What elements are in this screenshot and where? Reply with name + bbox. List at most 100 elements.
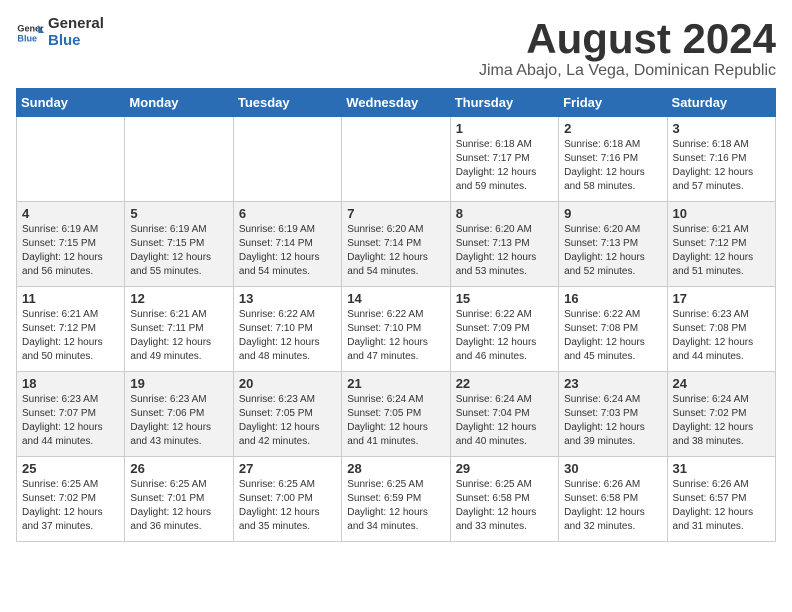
day-cell: 21Sunrise: 6:24 AM Sunset: 7:05 PM Dayli… xyxy=(342,372,450,457)
header-day-tuesday: Tuesday xyxy=(233,89,341,117)
header-day-wednesday: Wednesday xyxy=(342,89,450,117)
day-cell: 30 Sunrise: 6:26 AM Sunset: 6:58 PM Dayli… xyxy=(559,457,667,542)
day-number: 3 xyxy=(673,121,770,136)
subtitle: Jima Abajo, La Vega, Dominican Republic xyxy=(479,62,776,80)
day-info: Sunrise: 6:21 AM Sunset: 7:12 PM Dayligh… xyxy=(22,308,119,364)
day-info: Sunrise: 6:19 AM Sunset: 7:14 PM Dayligh… xyxy=(239,223,336,279)
day-cell: 19Sunrise: 6:23 AM Sunset: 7:06 PM Dayli… xyxy=(125,372,233,457)
day-cell: 31 Sunrise: 6:26 AM Sunset: 6:57 PM Dayli… xyxy=(667,457,775,542)
day-cell: 4 Sunrise: 6:19 AM Sunset: 7:15 PM Daylig… xyxy=(17,202,125,287)
header-day-saturday: Saturday xyxy=(667,89,775,117)
day-number: 26 xyxy=(130,461,227,476)
day-info: Sunrise: 6:22 AM Sunset: 7:08 PM Dayligh… xyxy=(564,308,661,364)
day-info: Sunrise: 6:23 AM Sunset: 7:06 PM Dayligh… xyxy=(130,393,227,449)
day-cell xyxy=(17,117,125,202)
day-cell: 20Sunrise: 6:23 AM Sunset: 7:05 PM Dayli… xyxy=(233,372,341,457)
header-row: SundayMondayTuesdayWednesdayThursdayFrid… xyxy=(17,89,776,117)
header-day-thursday: Thursday xyxy=(450,89,558,117)
day-info: Sunrise: 6:25 AM Sunset: 7:01 PM Dayligh… xyxy=(130,478,227,534)
day-number: 29 xyxy=(456,461,553,476)
main-title: August 2024 xyxy=(479,16,776,62)
day-number: 27 xyxy=(239,461,336,476)
day-info: Sunrise: 6:21 AM Sunset: 7:12 PM Dayligh… xyxy=(673,223,770,279)
calendar-table: SundayMondayTuesdayWednesdayThursdayFrid… xyxy=(16,88,776,542)
day-cell: 8 Sunrise: 6:20 AM Sunset: 7:13 PM Daylig… xyxy=(450,202,558,287)
day-cell: 11 Sunrise: 6:21 AM Sunset: 7:12 PM Dayli… xyxy=(17,287,125,372)
day-cell: 16 Sunrise: 6:22 AM Sunset: 7:08 PM Dayli… xyxy=(559,287,667,372)
day-number: 23 xyxy=(564,376,661,391)
day-number: 20 xyxy=(239,376,336,391)
day-info: Sunrise: 6:20 AM Sunset: 7:14 PM Dayligh… xyxy=(347,223,444,279)
day-cell xyxy=(125,117,233,202)
day-cell: 5Sunrise: 6:19 AM Sunset: 7:15 PM Daylig… xyxy=(125,202,233,287)
day-info: Sunrise: 6:26 AM Sunset: 6:57 PM Dayligh… xyxy=(673,478,770,534)
day-number: 31 xyxy=(673,461,770,476)
day-info: Sunrise: 6:24 AM Sunset: 7:02 PM Dayligh… xyxy=(673,393,770,449)
day-cell: 29 Sunrise: 6:25 AM Sunset: 6:58 PM Dayli… xyxy=(450,457,558,542)
day-info: Sunrise: 6:26 AM Sunset: 6:58 PM Dayligh… xyxy=(564,478,661,534)
day-info: Sunrise: 6:25 AM Sunset: 7:00 PM Dayligh… xyxy=(239,478,336,534)
day-number: 4 xyxy=(22,206,119,221)
day-info: Sunrise: 6:19 AM Sunset: 7:15 PM Dayligh… xyxy=(22,223,119,279)
day-info: Sunrise: 6:20 AM Sunset: 7:13 PM Dayligh… xyxy=(564,223,661,279)
day-info: Sunrise: 6:19 AM Sunset: 7:15 PM Dayligh… xyxy=(130,223,227,279)
week-row-5: 25 Sunrise: 6:25 AM Sunset: 7:02 PM Dayli… xyxy=(17,457,776,542)
day-cell xyxy=(342,117,450,202)
day-number: 22 xyxy=(456,376,553,391)
day-number: 15 xyxy=(456,291,553,306)
day-cell: 17Sunrise: 6:23 AM Sunset: 7:08 PM Dayli… xyxy=(667,287,775,372)
day-cell: 7Sunrise: 6:20 AM Sunset: 7:14 PM Daylig… xyxy=(342,202,450,287)
day-cell: 26 Sunrise: 6:25 AM Sunset: 7:01 PM Dayli… xyxy=(125,457,233,542)
day-info: Sunrise: 6:22 AM Sunset: 7:09 PM Dayligh… xyxy=(456,308,553,364)
day-info: Sunrise: 6:24 AM Sunset: 7:05 PM Dayligh… xyxy=(347,393,444,449)
day-cell: 25 Sunrise: 6:25 AM Sunset: 7:02 PM Dayli… xyxy=(17,457,125,542)
day-number: 6 xyxy=(239,206,336,221)
title-block: August 2024 Jima Abajo, La Vega, Dominic… xyxy=(479,16,776,80)
day-cell: 12 Sunrise: 6:21 AM Sunset: 7:11 PM Dayli… xyxy=(125,287,233,372)
day-cell: 27 Sunrise: 6:25 AM Sunset: 7:00 PM Dayli… xyxy=(233,457,341,542)
header-day-sunday: Sunday xyxy=(17,89,125,117)
calendar-body: 1Sunrise: 6:18 AM Sunset: 7:17 PM Daylig… xyxy=(17,117,776,542)
day-info: Sunrise: 6:24 AM Sunset: 7:04 PM Dayligh… xyxy=(456,393,553,449)
day-number: 24 xyxy=(673,376,770,391)
day-info: Sunrise: 6:18 AM Sunset: 7:16 PM Dayligh… xyxy=(564,138,661,194)
logo-blue: Blue xyxy=(48,33,104,50)
day-number: 8 xyxy=(456,206,553,221)
day-info: Sunrise: 6:25 AM Sunset: 6:58 PM Dayligh… xyxy=(456,478,553,534)
day-info: Sunrise: 6:23 AM Sunset: 7:08 PM Dayligh… xyxy=(673,308,770,364)
day-number: 16 xyxy=(564,291,661,306)
logo: General Blue General Blue xyxy=(16,16,104,49)
day-number: 2 xyxy=(564,121,661,136)
day-info: Sunrise: 6:25 AM Sunset: 7:02 PM Dayligh… xyxy=(22,478,119,534)
day-number: 30 xyxy=(564,461,661,476)
day-cell: 14 Sunrise: 6:22 AM Sunset: 7:10 PM Dayli… xyxy=(342,287,450,372)
day-number: 13 xyxy=(239,291,336,306)
day-cell xyxy=(233,117,341,202)
day-number: 12 xyxy=(130,291,227,306)
week-row-3: 11 Sunrise: 6:21 AM Sunset: 7:12 PM Dayli… xyxy=(17,287,776,372)
day-info: Sunrise: 6:25 AM Sunset: 6:59 PM Dayligh… xyxy=(347,478,444,534)
day-number: 9 xyxy=(564,206,661,221)
day-info: Sunrise: 6:20 AM Sunset: 7:13 PM Dayligh… xyxy=(456,223,553,279)
header: General Blue General Blue August 2024 Ji… xyxy=(16,16,776,80)
day-number: 25 xyxy=(22,461,119,476)
day-cell: 18Sunrise: 6:23 AM Sunset: 7:07 PM Dayli… xyxy=(17,372,125,457)
day-cell: 13Sunrise: 6:22 AM Sunset: 7:10 PM Dayli… xyxy=(233,287,341,372)
day-cell: 15 Sunrise: 6:22 AM Sunset: 7:09 PM Dayli… xyxy=(450,287,558,372)
header-day-monday: Monday xyxy=(125,89,233,117)
day-info: Sunrise: 6:23 AM Sunset: 7:07 PM Dayligh… xyxy=(22,393,119,449)
day-number: 28 xyxy=(347,461,444,476)
day-number: 14 xyxy=(347,291,444,306)
day-info: Sunrise: 6:21 AM Sunset: 7:11 PM Dayligh… xyxy=(130,308,227,364)
day-info: Sunrise: 6:22 AM Sunset: 7:10 PM Dayligh… xyxy=(347,308,444,364)
logo-icon: General Blue xyxy=(16,19,44,47)
header-day-friday: Friday xyxy=(559,89,667,117)
day-cell: 10Sunrise: 6:21 AM Sunset: 7:12 PM Dayli… xyxy=(667,202,775,287)
day-cell: 9 Sunrise: 6:20 AM Sunset: 7:13 PM Daylig… xyxy=(559,202,667,287)
day-number: 11 xyxy=(22,291,119,306)
day-cell: 1Sunrise: 6:18 AM Sunset: 7:17 PM Daylig… xyxy=(450,117,558,202)
day-cell: 3Sunrise: 6:18 AM Sunset: 7:16 PM Daylig… xyxy=(667,117,775,202)
week-row-1: 1Sunrise: 6:18 AM Sunset: 7:17 PM Daylig… xyxy=(17,117,776,202)
logo-general: General xyxy=(48,16,104,33)
day-info: Sunrise: 6:24 AM Sunset: 7:03 PM Dayligh… xyxy=(564,393,661,449)
